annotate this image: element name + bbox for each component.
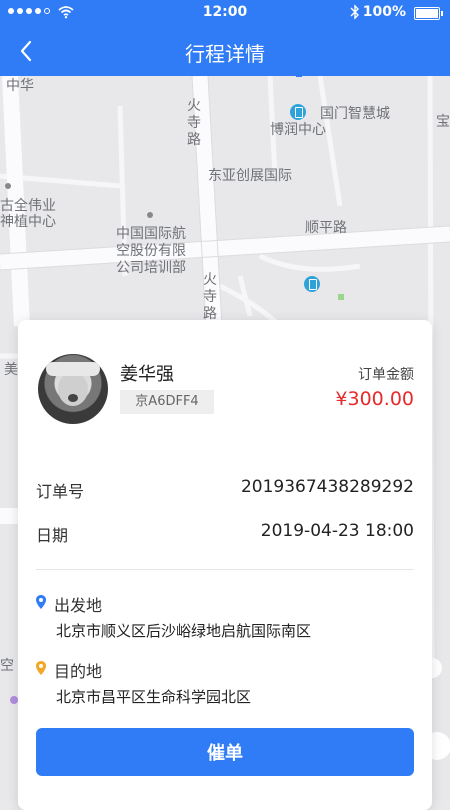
origin-label: 出发地 (54, 596, 103, 615)
map-label-huosilu-bottom: 火寺路 (203, 272, 217, 322)
order-amount: ¥300.00 (335, 388, 414, 410)
map-label-huosilu-top: 火寺路 (187, 98, 201, 148)
map-label-quanweiye: 古全伟业 (0, 198, 56, 214)
destination-address: 北京市昌平区生命科学园北区 (56, 688, 252, 706)
order-number-label: 订单号 (36, 482, 85, 501)
map-label-kong: 空 (0, 658, 14, 674)
order-number: 2019367438289292 (240, 477, 414, 497)
page-title: 行程详情 (185, 42, 265, 66)
nav-bar: 行程详情 (0, 26, 450, 76)
origin-pin-icon (36, 595, 46, 609)
driver-avatar (38, 354, 108, 424)
order-amount-label: 订单金额 (358, 367, 414, 383)
trip-detail-card: 姜华强 京A6DFF4 订单金额 ¥300.00 订单号 20193674382… (18, 320, 432, 810)
map-label-zhongxin: 神植中心 (0, 214, 56, 230)
map-label-zhonghua: 中华 (6, 78, 34, 94)
map-label-zhongguo-hangkong: 中国国际航空股份有限公司培训部 (116, 226, 186, 276)
building-poi-icon (290, 104, 306, 120)
battery-percentage: 100% (362, 4, 406, 20)
map-label-guomen: 国门智慧城 (320, 106, 390, 122)
status-bar: 12:00 100% (0, 0, 450, 26)
battery-icon (414, 7, 443, 20)
order-date: 2019-04-23 18:00 (260, 521, 414, 541)
destination-label: 目的地 (54, 662, 103, 681)
divider (36, 569, 414, 570)
destination-pin-icon (36, 661, 46, 675)
map-label-mei: 美 (4, 362, 18, 378)
driver-name: 姜华强 (120, 364, 174, 385)
bluetooth-icon (350, 4, 359, 20)
license-plate-badge: 京A6DFF4 (120, 390, 214, 414)
date-label: 日期 (36, 526, 69, 545)
map-label-borun: 博润中心 (270, 122, 326, 138)
building-poi-icon-2 (304, 276, 320, 292)
map-label-bao: 宝 (436, 114, 450, 130)
urge-order-button[interactable]: 催单 (36, 728, 414, 776)
origin-address: 北京市顺义区后沙峪绿地启航国际南区 (56, 622, 312, 640)
map-label-shunpinglu: 顺平路 (305, 220, 347, 236)
map-label-dongya: 东亚创展国际 (208, 168, 292, 184)
